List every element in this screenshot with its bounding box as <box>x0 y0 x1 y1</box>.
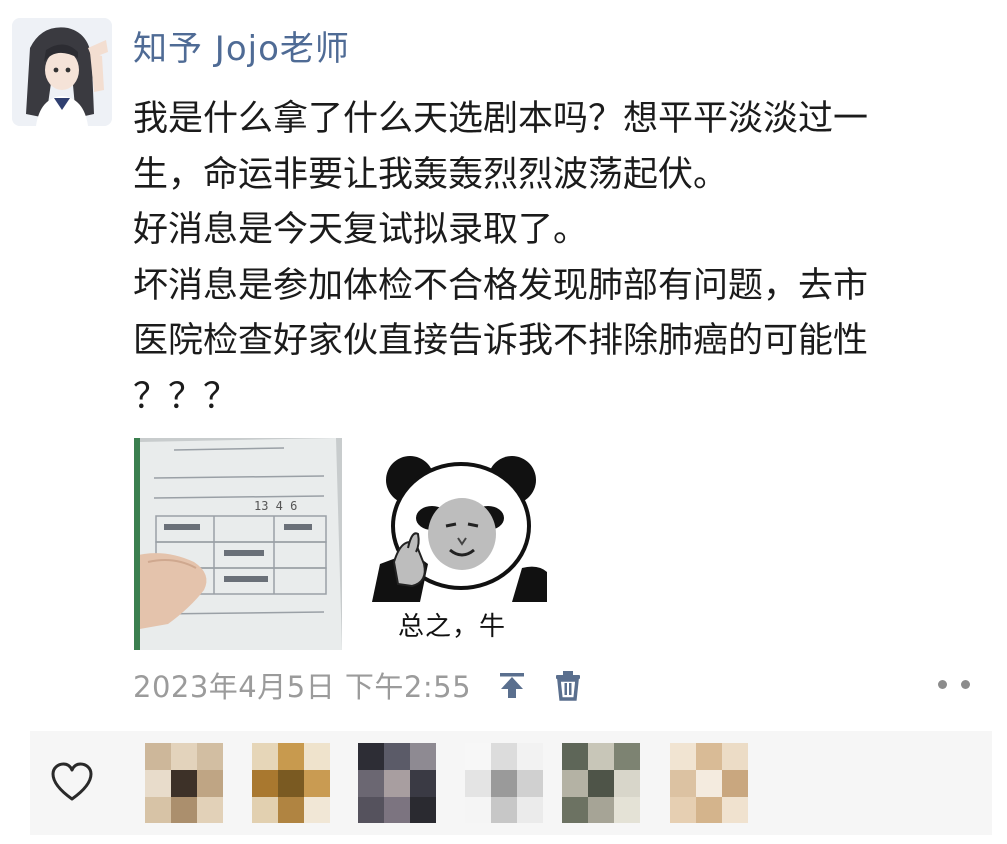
post-text-line: 好消息是今天复试拟录取了。 <box>133 210 589 250</box>
trash-icon[interactable] <box>551 668 585 702</box>
author-name[interactable]: 知予 Jojo老师 <box>133 32 350 66</box>
post-photo-medical-form[interactable]: 13 4 6 <box>134 438 342 650</box>
post-text-line: 坏消息是参加体检不合格发现肺部有问题，去市 <box>133 265 869 306</box>
more-dot <box>938 679 947 689</box>
liker-avatar[interactable] <box>465 743 543 823</box>
liker-avatar[interactable] <box>145 743 223 823</box>
likes-bar <box>30 731 992 835</box>
timestamp: 2023年4月5日 下午2:55 <box>133 670 472 704</box>
heart-icon[interactable] <box>50 761 94 803</box>
liker-avatar[interactable] <box>358 743 436 823</box>
post-meta-row: 2023年4月5日 下午2:55 <box>133 665 585 705</box>
post-text-line: ？？？ <box>133 376 239 417</box>
avatar[interactable] <box>12 18 112 126</box>
liker-avatar[interactable] <box>562 743 640 823</box>
pin-to-top-icon[interactable] <box>495 668 529 702</box>
more-dots-icon[interactable] <box>934 672 974 696</box>
post-text-line: 我是什么拿了什么天选剧本吗？想平平淡淡过一 <box>133 99 869 139</box>
post-text-line: 生，命运非要让我轰轰烈烈波荡起伏。 <box>133 154 729 195</box>
moments-post: 知予 Jojo老师 我是什么拿了什么天选剧本吗？想平平淡淡过一 生，命运非要让我… <box>0 0 1007 844</box>
liker-avatar[interactable] <box>670 743 748 823</box>
post-text-line: 医院检查好家伙直接告诉我不排除肺癌的可能性 <box>133 321 869 361</box>
more-dot <box>961 679 970 689</box>
post-text: 我是什么拿了什么天选剧本吗？想平平淡淡过一 生，命运非要让我轰轰烈烈波荡起伏。 … <box>133 92 1003 425</box>
liker-avatar[interactable] <box>252 743 330 823</box>
panda-meme-sticker[interactable] <box>372 452 547 602</box>
meme-caption: 总之，牛 <box>398 612 507 642</box>
svg-text:13 4 6: 13 4 6 <box>254 499 297 513</box>
